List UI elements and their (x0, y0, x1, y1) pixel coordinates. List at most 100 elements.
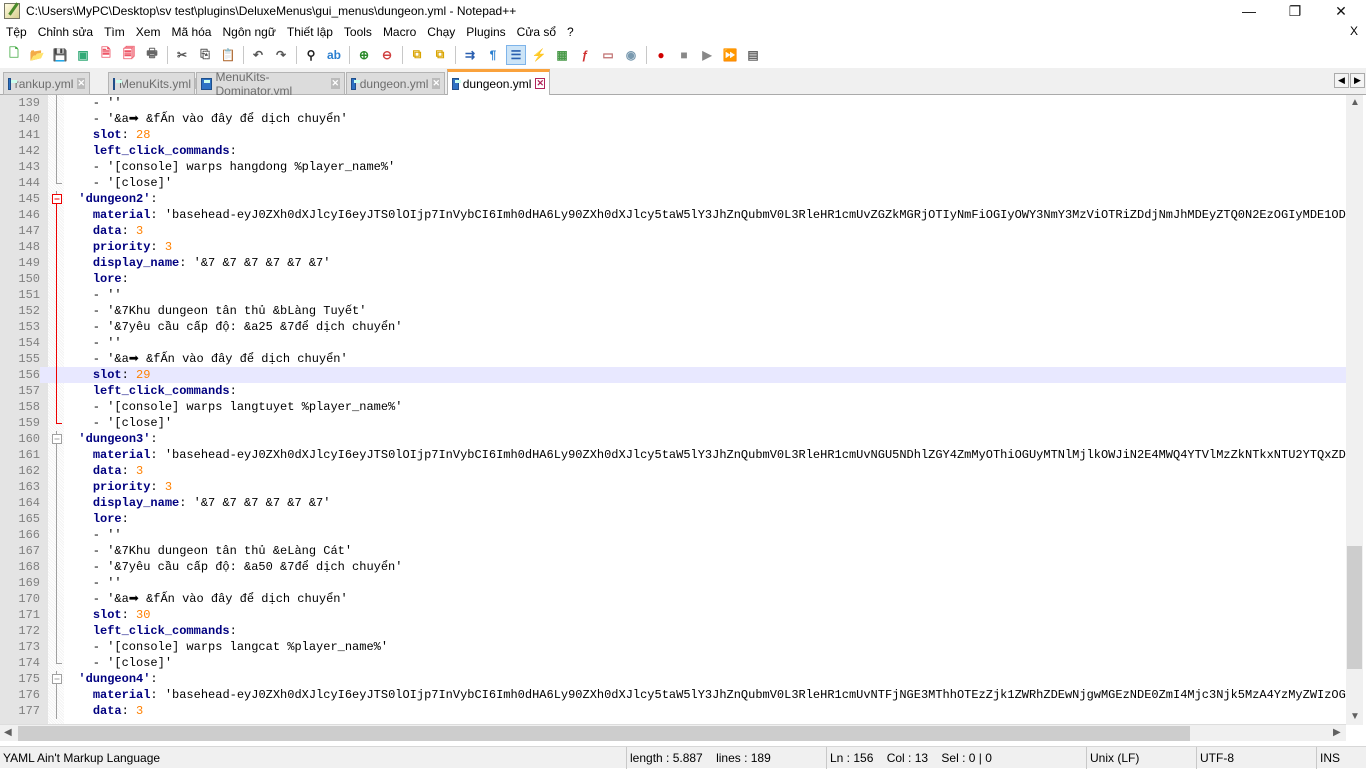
scroll-right-arrow-icon[interactable]: ▶ (1333, 727, 1341, 738)
udl-icon[interactable]: ⚡ (529, 45, 549, 65)
fold-collapse-icon[interactable] (49, 191, 65, 207)
horizontal-scroll-thumb[interactable] (18, 726, 1190, 741)
menu-item[interactable]: Cửa sổ (511, 25, 561, 39)
save-all-icon[interactable]: ▣ (73, 45, 93, 65)
copy-icon[interactable]: ⎘ (195, 45, 215, 65)
notepadpp-logo-icon (4, 3, 20, 19)
play-macro-icon[interactable]: ▶ (697, 45, 717, 65)
fold-collapse-icon[interactable] (49, 431, 65, 447)
yaml-text: : (229, 624, 237, 638)
yaml-text (64, 256, 93, 270)
folder-workspace-icon[interactable]: ▭ (598, 45, 618, 65)
line-number: 155 (0, 351, 40, 367)
file-saved-icon (113, 77, 122, 90)
menu-item[interactable]: Thiết lập (281, 25, 338, 39)
menu-item[interactable]: Xem (130, 25, 166, 39)
line-number: 142 (0, 143, 40, 159)
monitoring-icon[interactable]: ◉ (621, 45, 641, 65)
close-document-button[interactable]: X (1350, 24, 1358, 38)
fold-marker (49, 127, 65, 143)
code-editor[interactable]: 139 - '' 140 - '&a➡ &fẤn vào đây để dịch … (0, 95, 1346, 725)
doc-map-icon[interactable]: ▦ (552, 45, 572, 65)
menu-item[interactable]: Tools (338, 25, 377, 39)
word-wrap-icon[interactable]: ⇉ (460, 45, 480, 65)
yaml-text (64, 688, 93, 702)
record-macro-icon[interactable]: ● (651, 45, 671, 65)
tab-close-icon[interactable]: ✕ (535, 78, 545, 89)
print-icon[interactable]: 🖶 (142, 45, 162, 65)
tab-rankup-yml[interactable]: rankup.yml ✕ (3, 72, 90, 95)
maximize-button[interactable]: ❐ (1272, 0, 1318, 22)
code-line: 156 slot: 29 (0, 367, 1346, 383)
open-file-icon[interactable]: 📂 (27, 45, 47, 65)
code-line: 163 priority: 3 (0, 479, 1346, 495)
vertical-scrollbar[interactable]: ▲ ▼ (1346, 95, 1363, 725)
function-list-icon[interactable]: ƒ (575, 45, 595, 65)
tab-menukits-yml[interactable]: MenuKits.yml✕ (108, 72, 203, 95)
menu-item[interactable]: ? (561, 25, 579, 39)
minimize-button[interactable]: — (1226, 0, 1272, 22)
zoom-out-icon[interactable]: ⊖ (377, 45, 397, 65)
new-file-icon[interactable]: 🗋 (4, 45, 24, 65)
tab-prev-button[interactable]: ◀ (1334, 73, 1349, 88)
code-text: - '[close]' (64, 175, 172, 191)
code-line: 149 display_name: '&7 &7 &7 &7 &7 &7' (0, 255, 1346, 271)
play-multiple-icon[interactable]: ⏩ (720, 45, 740, 65)
menu-item[interactable]: Chỉnh sửa (32, 25, 98, 39)
menu-item[interactable]: Mã hóa (165, 25, 216, 39)
zoom-in-icon[interactable]: ⊕ (354, 45, 374, 65)
find-icon[interactable]: ⚲ (301, 45, 321, 65)
undo-icon[interactable]: ↶ (248, 45, 268, 65)
fold-marker (49, 287, 65, 303)
stop-record-icon[interactable]: ■ (674, 45, 694, 65)
scroll-up-arrow-icon[interactable]: ▲ (1350, 97, 1360, 108)
tab-close-icon[interactable]: ✕ (77, 78, 85, 89)
tab-close-icon[interactable]: ✕ (432, 78, 440, 89)
line-number: 167 (0, 543, 40, 559)
save-icon[interactable]: 💾 (50, 45, 70, 65)
vertical-scroll-thumb[interactable] (1347, 546, 1362, 669)
close-window-button[interactable]: ✕ (1318, 0, 1364, 22)
menu-item[interactable]: Ngôn ngữ (216, 25, 280, 39)
line-number: 164 (0, 495, 40, 511)
cut-icon[interactable]: ✂ (172, 45, 192, 65)
menu-item[interactable]: Plugins (460, 25, 510, 39)
tab-next-button[interactable]: ▶ (1350, 73, 1365, 88)
sync-vertical-icon[interactable]: ⧉ (407, 45, 427, 65)
line-number: 139 (0, 95, 40, 111)
code-line: 162 data: 3 (0, 463, 1346, 479)
fold-marker (49, 479, 65, 495)
scroll-left-arrow-icon[interactable]: ◀ (4, 727, 12, 738)
yaml-number: 30 (136, 608, 151, 622)
fold-collapse-icon[interactable] (49, 671, 65, 687)
code-line: 139 - '' (0, 95, 1346, 111)
yaml-key: 'dungeon2' (78, 192, 151, 206)
fold-marker (49, 271, 65, 287)
tab-dungeon-yml[interactable]: dungeon.yml ✕ (447, 69, 550, 95)
menu-bar: Tệp Chỉnh sửa Tìm Xem Mã hóa Ngôn ngữ Thiết lậ… (0, 22, 1366, 42)
save-macro-icon[interactable]: ▤ (743, 45, 763, 65)
menu-item[interactable]: Tệp (0, 25, 32, 39)
horizontal-scrollbar[interactable]: ◀ ▶ (0, 724, 1346, 741)
indent-guide-icon[interactable]: ☰ (506, 44, 526, 65)
code-line: 151 - '' (0, 287, 1346, 303)
menu-item[interactable]: Tìm (98, 25, 130, 39)
tab-close-icon[interactable]: ✕ (330, 78, 340, 89)
show-all-chars-icon[interactable]: ¶ (483, 45, 503, 65)
close-all-icon[interactable]: 🗐 (119, 45, 139, 65)
paste-icon[interactable]: 📋 (218, 45, 238, 65)
redo-icon[interactable]: ↷ (271, 45, 291, 65)
fold-marker (49, 415, 65, 431)
replace-icon[interactable]: ab (324, 45, 344, 65)
yaml-text: : (150, 672, 158, 686)
sync-horizontal-icon[interactable]: ⧉ (430, 45, 450, 65)
tab-menukits-dominator-yml[interactable]: MenuKits-Dominator.yml ✕ (196, 70, 345, 98)
fold-marker (49, 575, 65, 591)
yaml-text: - '[console] warps langcat %player_name%… (64, 640, 389, 654)
scroll-down-arrow-icon[interactable]: ▼ (1350, 711, 1360, 722)
close-icon[interactable]: 🗎 (96, 45, 116, 65)
line-number: 171 (0, 607, 40, 623)
tab-dungeon-yml[interactable]: dungeon.yml ✕ (346, 72, 445, 95)
menu-item[interactable]: Chạy (421, 25, 460, 39)
menu-item[interactable]: Macro (377, 25, 421, 39)
